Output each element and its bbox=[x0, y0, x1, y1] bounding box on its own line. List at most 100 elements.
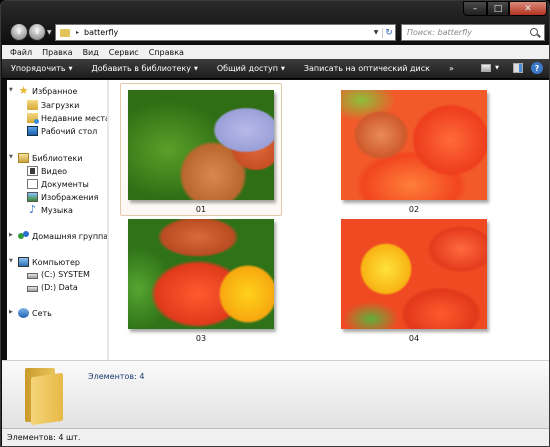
drive-icon bbox=[27, 285, 38, 292]
sidebar-item-desktop[interactable]: Рабочий стол bbox=[27, 126, 97, 136]
expand-arrow-icon[interactable]: ▶ bbox=[9, 309, 13, 315]
menu-bar: Файл Правка Вид Сервис Справка bbox=[2, 45, 549, 59]
sidebar-item-label: Музыка bbox=[41, 205, 73, 215]
sidebar-item-downloads[interactable]: Загрузки bbox=[27, 100, 79, 110]
sidebar-item-recent-places[interactable]: Недавние места bbox=[27, 113, 107, 124]
sidebar-item-computer[interactable]: Компьютер bbox=[18, 257, 80, 267]
libraries-icon bbox=[18, 153, 29, 163]
change-view-icon[interactable] bbox=[481, 64, 492, 72]
view-dropdown-icon[interactable]: ▼ bbox=[495, 65, 499, 71]
music-icon: ♪ bbox=[28, 203, 37, 216]
breadcrumb-arrow-icon[interactable]: ▸ bbox=[76, 29, 79, 36]
star-icon: ★ bbox=[18, 84, 29, 97]
file-item-04[interactable]: 04 bbox=[333, 212, 495, 345]
status-bar: Элементов: 4 шт. bbox=[2, 428, 549, 446]
file-item-02[interactable]: 02 bbox=[333, 83, 495, 216]
recent-pages-dropdown-icon[interactable]: ▼ bbox=[47, 29, 52, 36]
sidebar-item-network[interactable]: Сеть bbox=[18, 308, 52, 318]
forward-button[interactable]: › bbox=[28, 23, 46, 41]
title-bar: – □ ✕ ‹ › ▼ ▸ batterfly ▼ ↻ Поиск: batte… bbox=[1, 1, 549, 45]
burn-label: Записать на оптический диск bbox=[303, 64, 430, 73]
chevron-down-icon: ▼ bbox=[68, 65, 73, 72]
sidebar-item-favorites[interactable]: ★ Избранное bbox=[18, 84, 78, 97]
sidebar-item-label: Компьютер bbox=[32, 257, 80, 267]
burn-button[interactable]: Записать на оптический диск bbox=[304, 64, 430, 73]
sidebar-item-documents[interactable]: Документы bbox=[27, 179, 89, 189]
sidebar-item-label: Изображения bbox=[41, 192, 99, 202]
add-to-library-button[interactable]: Добавить в библиотеку ▼ bbox=[91, 64, 197, 73]
system-drive-icon bbox=[27, 272, 38, 279]
sidebar-item-music[interactable]: ♪ Музыка bbox=[27, 203, 73, 216]
pictures-icon bbox=[27, 192, 38, 202]
butterfly-thumbnail bbox=[128, 219, 274, 329]
file-name: 03 bbox=[195, 334, 207, 343]
more-commands-button[interactable]: » bbox=[449, 64, 454, 73]
view-controls: ▼ ? bbox=[481, 62, 543, 74]
address-dropdown-icon[interactable]: ▼ bbox=[370, 29, 382, 36]
back-button[interactable]: ‹ bbox=[10, 23, 28, 41]
menu-help[interactable]: Справка bbox=[149, 48, 184, 57]
address-bar[interactable]: ▸ batterfly ▼ ↻ bbox=[55, 24, 396, 41]
search-icon[interactable] bbox=[528, 26, 542, 40]
sidebar-item-drive-d[interactable]: (D:) Data bbox=[27, 283, 78, 292]
sidebar-item-homegroup[interactable]: Домашняя группа bbox=[18, 231, 107, 241]
menu-view[interactable]: Вид bbox=[83, 48, 99, 57]
sidebar-item-label: Сеть bbox=[32, 308, 52, 318]
share-button[interactable]: Общий доступ ▼ bbox=[217, 64, 285, 73]
add-to-library-label: Добавить в библиотеку bbox=[91, 64, 191, 73]
organize-label: Упорядочить bbox=[11, 64, 66, 73]
expand-arrow-icon[interactable]: ▼ bbox=[9, 154, 13, 160]
homegroup-icon bbox=[18, 231, 29, 241]
sidebar-item-label: Недавние места bbox=[41, 113, 107, 123]
menu-file[interactable]: Файл bbox=[10, 48, 32, 57]
expand-arrow-icon[interactable]: ▶ bbox=[9, 232, 13, 238]
window-controls: – □ ✕ bbox=[463, 1, 547, 17]
documents-icon bbox=[27, 179, 38, 189]
refresh-icon[interactable]: ↻ bbox=[382, 27, 395, 38]
file-name: 04 bbox=[408, 334, 420, 343]
close-button[interactable]: ✕ bbox=[509, 1, 547, 16]
file-list: 01 02 03 04 bbox=[109, 80, 549, 360]
sidebar-item-drive-c[interactable]: (C:) SYSTEM bbox=[27, 270, 90, 279]
organize-button[interactable]: Упорядочить ▼ bbox=[11, 64, 72, 73]
folder-icon bbox=[60, 28, 70, 37]
expand-arrow-icon[interactable]: ▼ bbox=[9, 87, 13, 93]
network-icon bbox=[18, 308, 29, 318]
sidebar-item-label: Библиотеки bbox=[32, 153, 83, 163]
desktop-icon bbox=[27, 126, 38, 136]
file-item-03[interactable]: 03 bbox=[120, 212, 282, 345]
menu-edit[interactable]: Правка bbox=[42, 48, 72, 57]
recent-places-icon bbox=[27, 113, 39, 124]
navigation-pane: ▼ ★ Избранное Загрузки Недавние места Ра… bbox=[7, 80, 107, 360]
search-input[interactable]: Поиск: batterfly bbox=[401, 24, 545, 41]
large-folder-icon bbox=[21, 366, 73, 426]
help-icon[interactable]: ? bbox=[531, 62, 543, 74]
computer-icon bbox=[18, 257, 29, 267]
video-icon bbox=[27, 166, 38, 176]
downloads-icon bbox=[27, 100, 38, 110]
sidebar-item-pictures[interactable]: Изображения bbox=[27, 192, 98, 202]
sidebar-item-label: Рабочий стол bbox=[41, 126, 98, 136]
more-commands-label: » bbox=[448, 64, 454, 73]
maximize-button[interactable]: □ bbox=[487, 1, 509, 16]
details-pane: Элементов: 4 bbox=[2, 360, 549, 428]
command-bar: Упорядочить ▼ Добавить в библиотеку ▼ Общи… bbox=[2, 59, 549, 79]
expand-arrow-icon[interactable]: ▼ bbox=[9, 258, 13, 264]
sidebar-item-label: (D:) Data bbox=[41, 283, 78, 292]
preview-pane-icon[interactable] bbox=[513, 63, 523, 73]
back-arrow-icon: ‹ bbox=[16, 26, 22, 38]
sidebar-item-label: Избранное bbox=[32, 86, 78, 96]
status-text: Элементов: 4 шт. bbox=[7, 433, 81, 442]
minimize-button[interactable]: – bbox=[463, 1, 487, 16]
file-item-01[interactable]: 01 bbox=[120, 83, 282, 216]
forward-arrow-icon: › bbox=[34, 26, 40, 38]
menu-tools[interactable]: Сервис bbox=[109, 48, 139, 57]
sidebar-item-videos[interactable]: Видео bbox=[27, 166, 67, 176]
breadcrumb-folder[interactable]: batterfly bbox=[84, 28, 118, 37]
sidebar-item-label: Видео bbox=[41, 166, 68, 176]
sidebar-item-label: (C:) SYSTEM bbox=[41, 270, 90, 279]
share-label: Общий доступ bbox=[216, 64, 278, 73]
chevron-down-icon: ▼ bbox=[193, 65, 198, 72]
search-placeholder: Поиск: batterfly bbox=[407, 28, 472, 37]
sidebar-item-libraries[interactable]: Библиотеки bbox=[18, 153, 82, 163]
